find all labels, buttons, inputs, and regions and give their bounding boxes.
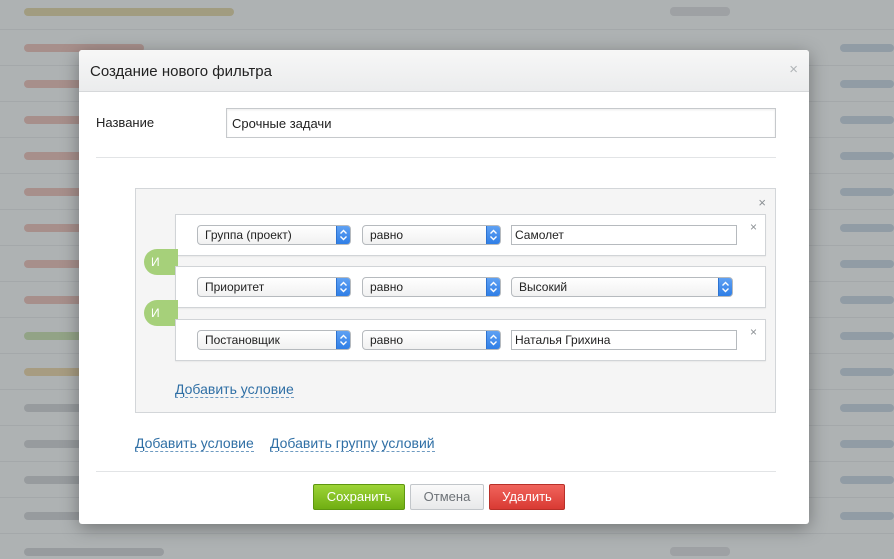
filter-name-input[interactable]	[226, 108, 776, 138]
create-filter-dialog: Создание нового фильтра × Название × Гру…	[79, 50, 809, 524]
select-arrows-icon	[336, 331, 350, 349]
condition-field-select[interactable]: Постановщик	[197, 330, 351, 350]
select-arrows-icon	[486, 278, 500, 296]
condition-operator-select[interactable]: равно	[362, 225, 501, 245]
select-arrows-icon	[336, 226, 350, 244]
save-button[interactable]: Сохранить	[313, 484, 405, 510]
condition-row-creator: Постановщик равно ×	[175, 319, 766, 361]
condition-operator-value: равно	[370, 333, 404, 347]
condition-operator-select[interactable]: равно	[362, 277, 501, 297]
condition-operator-value: равно	[370, 228, 404, 242]
condition-row-project: Группа (проект) равно ×	[175, 214, 766, 256]
condition-field-value: Постановщик	[205, 333, 280, 347]
select-arrows-icon	[336, 278, 350, 296]
condition-value-input[interactable]	[511, 225, 737, 245]
select-arrows-icon	[486, 226, 500, 244]
condition-group: × Группа (проект) равно × И Приоритет ра…	[135, 188, 776, 413]
condition-field-value: Группа (проект)	[205, 228, 292, 242]
cancel-button[interactable]: Отмена	[410, 484, 484, 510]
condition-operator-select[interactable]: равно	[362, 330, 501, 350]
group-close-icon[interactable]: ×	[758, 196, 766, 209]
select-arrows-icon	[486, 331, 500, 349]
condition-value-select[interactable]: Высокий	[511, 277, 733, 297]
condition-row-priority: Приоритет равно Высокий	[175, 266, 766, 308]
divider	[96, 471, 776, 472]
condition-remove-icon[interactable]: ×	[750, 221, 757, 233]
dialog-close-icon[interactable]: ×	[789, 62, 798, 77]
condition-field-value: Приоритет	[205, 280, 265, 294]
and-operator-badge[interactable]: И	[144, 300, 178, 326]
condition-value-value: Высокий	[519, 280, 568, 294]
dialog-title: Создание нового фильтра	[90, 63, 272, 80]
condition-remove-icon[interactable]: ×	[750, 326, 757, 338]
select-arrows-icon	[718, 278, 732, 296]
condition-field-select[interactable]: Приоритет	[197, 277, 351, 297]
filter-name-row: Название	[79, 92, 809, 158]
condition-operator-value: равно	[370, 280, 404, 294]
delete-button[interactable]: Удалить	[489, 484, 565, 510]
add-condition-link[interactable]: Добавить условие	[135, 435, 254, 452]
and-operator-badge[interactable]: И	[144, 249, 178, 275]
divider	[96, 157, 776, 158]
add-condition-group-link[interactable]: Добавить группу условий	[270, 435, 435, 452]
filter-name-label: Название	[96, 115, 155, 130]
dialog-header: Создание нового фильтра ×	[79, 50, 809, 92]
condition-value-input[interactable]	[511, 330, 737, 350]
group-add-condition-link[interactable]: Добавить условие	[175, 381, 294, 398]
condition-field-select[interactable]: Группа (проект)	[197, 225, 351, 245]
